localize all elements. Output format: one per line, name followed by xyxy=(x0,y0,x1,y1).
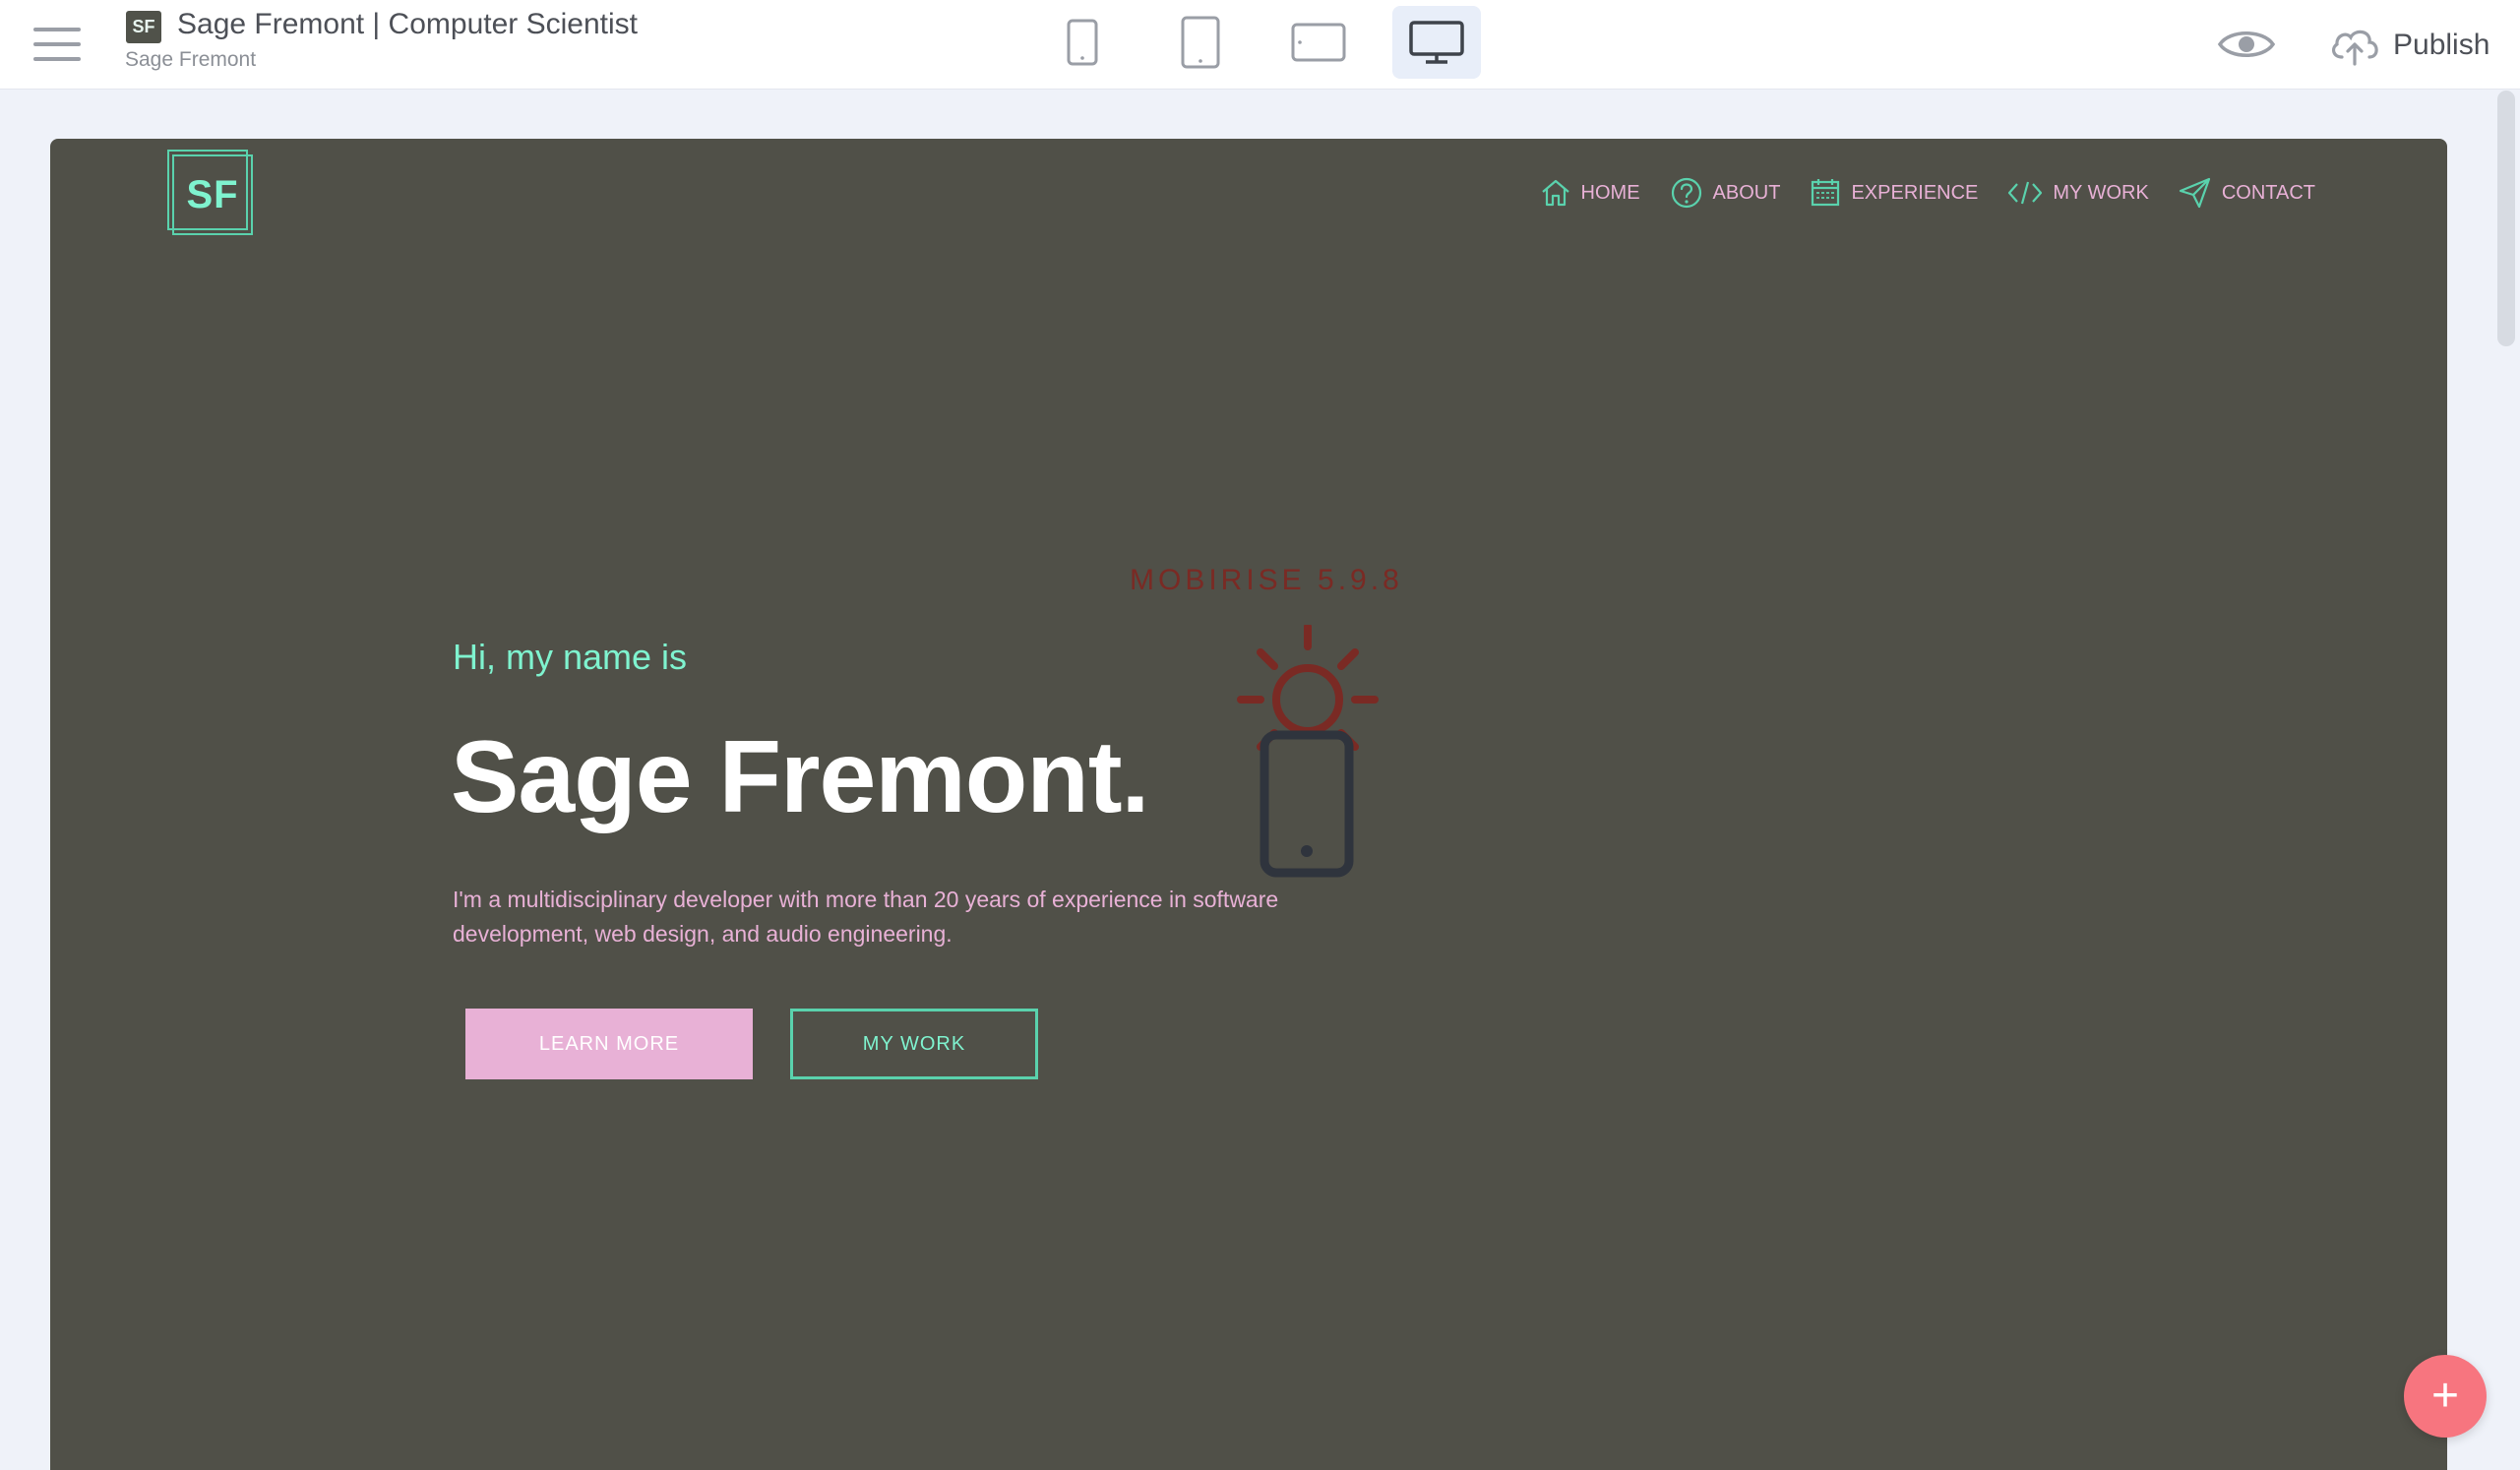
site-canvas: SF HOME ABOUT EXPERIENCE MY WORK CONTACT… xyxy=(50,139,2447,1470)
code-icon xyxy=(2008,181,2043,205)
tablet-view-button[interactable] xyxy=(1156,6,1245,79)
add-block-button[interactable]: + xyxy=(2404,1355,2487,1438)
nav-item-experience[interactable]: EXPERIENCE xyxy=(1810,178,1978,208)
hero-title: Sage Fremont. xyxy=(451,720,1149,834)
editor-toolbar: SF Sage Fremont | Computer Scientist Sag… xyxy=(0,0,2520,89)
menu-icon[interactable] xyxy=(33,24,81,65)
my-work-button[interactable]: MY WORK xyxy=(790,1009,1038,1079)
question-icon xyxy=(1671,177,1701,209)
calendar-icon xyxy=(1812,179,1840,207)
hero-greeting: Hi, my name is xyxy=(453,637,688,677)
nav-item-my-work[interactable]: MY WORK xyxy=(2007,180,2149,206)
site-nav: HOME ABOUT EXPERIENCE MY WORK CONTACT xyxy=(1510,176,2315,210)
send-icon xyxy=(2179,177,2210,209)
project-icon: SF xyxy=(126,11,161,43)
nav-label: MY WORK xyxy=(2053,181,2149,204)
learn-more-button[interactable]: LEARN MORE xyxy=(465,1009,753,1079)
tablet-landscape-icon xyxy=(1291,23,1346,62)
scrollbar-thumb[interactable] xyxy=(2497,91,2515,346)
project-title[interactable]: Sage Fremont | Computer Scientist xyxy=(177,8,638,41)
phone-icon xyxy=(1067,19,1098,66)
nav-label: EXPERIENCE xyxy=(1851,181,1979,204)
nav-label: CONTACT xyxy=(2221,181,2315,204)
site-logo[interactable]: SF xyxy=(167,150,253,235)
publish-label: Publish xyxy=(2393,29,2490,61)
desktop-view-button[interactable] xyxy=(1392,6,1481,79)
preview-button[interactable] xyxy=(2216,18,2277,71)
nav-item-contact[interactable]: CONTACT xyxy=(2179,177,2315,209)
site-logo-text: SF xyxy=(186,172,239,216)
home-icon xyxy=(1541,179,1569,207)
nav-item-home[interactable]: HOME xyxy=(1540,178,1640,208)
phone-view-button[interactable] xyxy=(1038,6,1127,79)
mobirise-watermark: MOBIRISE 5.9.8 xyxy=(1130,564,1403,596)
tablet-icon xyxy=(1181,16,1220,69)
mobirise-logo-icon xyxy=(1237,625,1379,878)
tablet-landscape-view-button[interactable] xyxy=(1274,6,1363,79)
publish-button[interactable]: Publish xyxy=(2328,16,2489,75)
hero-description: I'm a multidisciplinary developer with m… xyxy=(453,887,1279,947)
desktop-icon xyxy=(1409,21,1464,64)
nav-label: HOME xyxy=(1580,181,1640,204)
nav-item-about[interactable]: ABOUT xyxy=(1670,176,1781,210)
nav-label: ABOUT xyxy=(1712,181,1781,204)
eye-icon xyxy=(2217,31,2276,57)
cloud-upload-icon xyxy=(2331,30,2378,66)
project-subtitle: Sage Fremont xyxy=(125,48,257,71)
